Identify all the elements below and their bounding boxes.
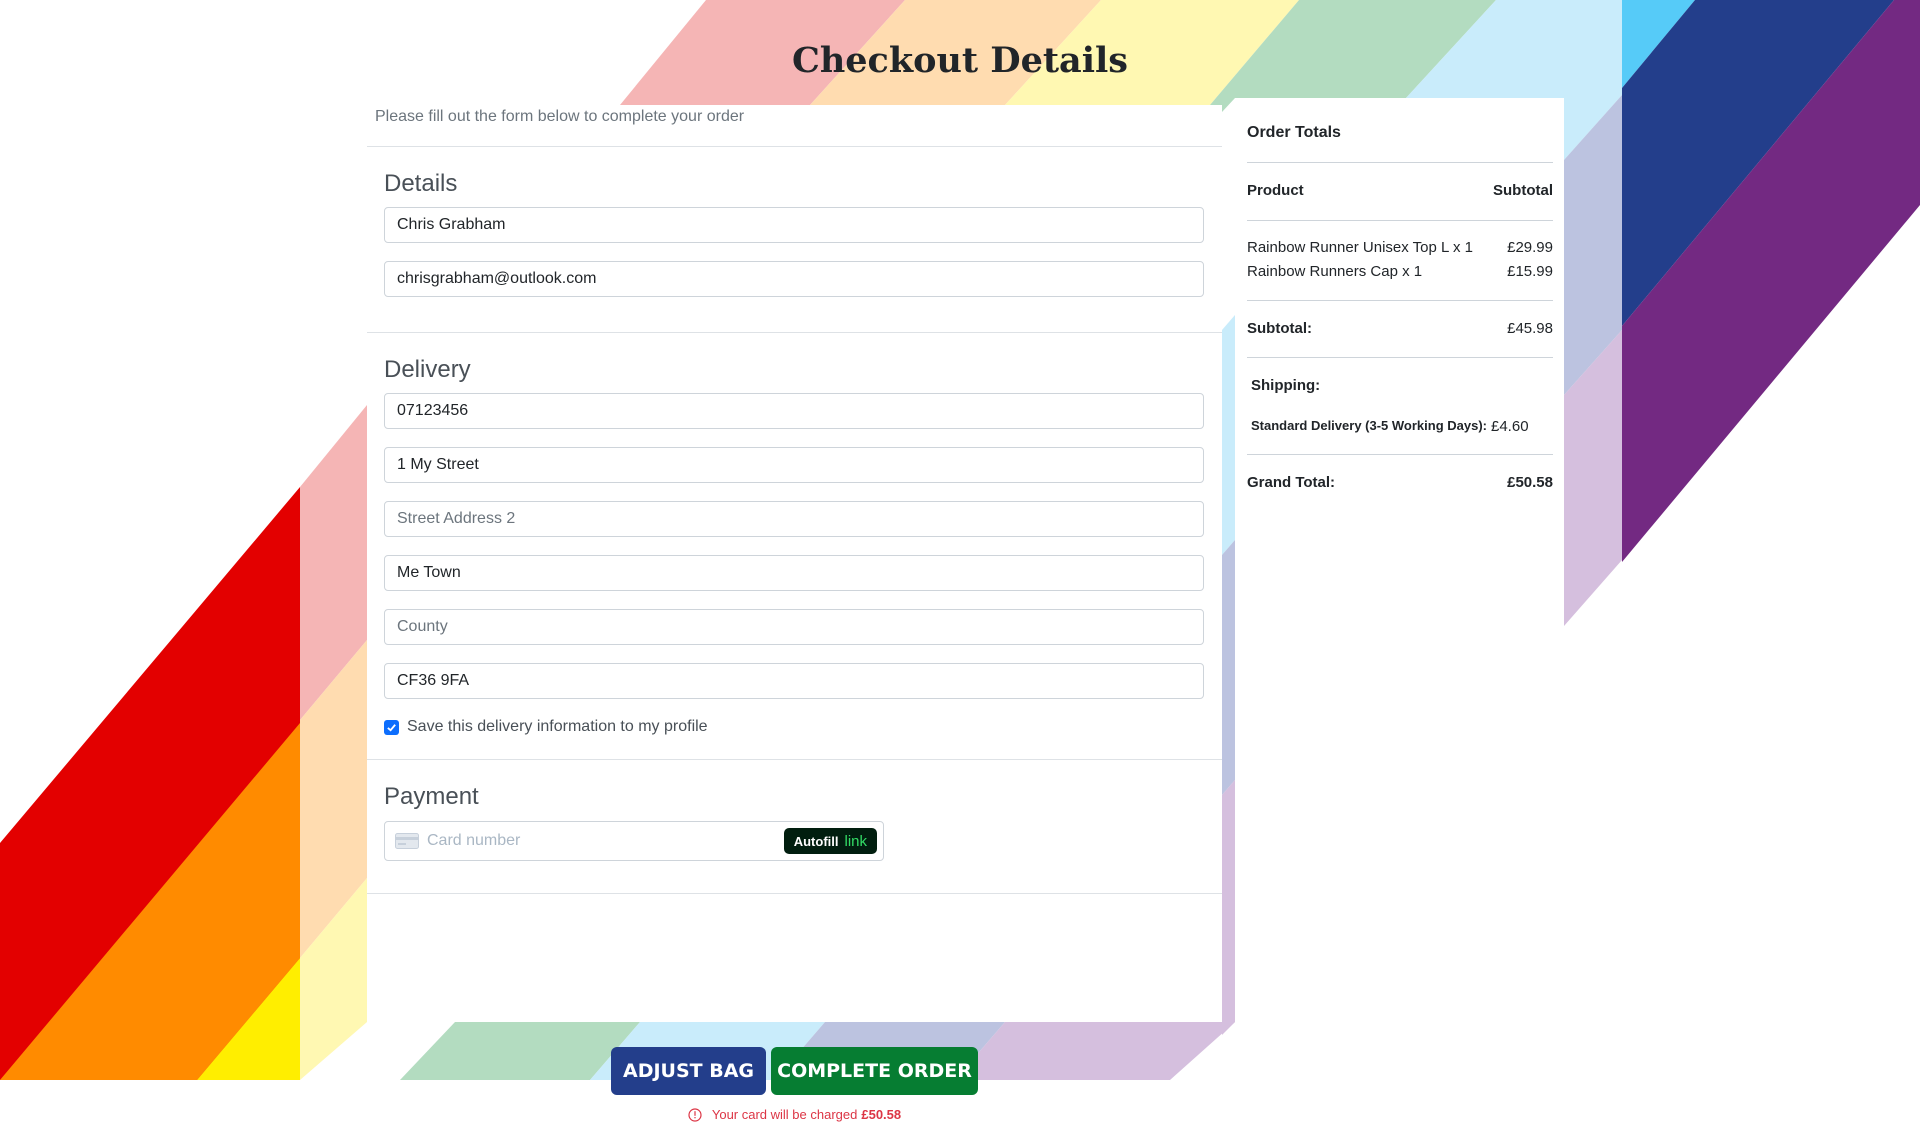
- credit-card-icon: [395, 833, 419, 849]
- stripe-pale-indigo-mid: [1222, 540, 1235, 795]
- charge-amount: £50.58: [861, 1107, 902, 1122]
- product-column-header: Product: [1247, 182, 1304, 199]
- divider: [367, 893, 1222, 894]
- divider: [1247, 454, 1553, 455]
- autofill-link-button[interactable]: Autofill link: [783, 828, 877, 854]
- shipping-row: Standard Delivery (3-5 Working Days): £4…: [1251, 418, 1553, 435]
- card-number-field[interactable]: Card number Autofill link: [384, 821, 884, 861]
- divider: [1247, 357, 1553, 358]
- subtotal-column-header: Subtotal: [1493, 182, 1553, 199]
- checkout-form: Please fill out the form below to comple…: [367, 105, 1222, 1122]
- delivery-heading: Delivery: [384, 356, 471, 383]
- grand-total-row: Grand Total: £50.58: [1247, 474, 1553, 491]
- form-subtitle: Please fill out the form below to comple…: [375, 108, 745, 125]
- street-address-1-input[interactable]: [384, 447, 1204, 483]
- alert-circle-icon: [688, 1107, 702, 1122]
- subtotal-label: Subtotal:: [1247, 320, 1312, 337]
- postcode-input[interactable]: [384, 663, 1204, 699]
- shipping-label: Shipping:: [1251, 377, 1321, 394]
- card-number-placeholder: Card number: [427, 832, 521, 849]
- order-totals-panel: Order Totals Product Subtotal Rainbow Ru…: [1235, 98, 1564, 626]
- line-item-name: Rainbow Runner Unisex Top L x 1: [1247, 239, 1473, 256]
- divider: [367, 332, 1222, 333]
- email-input[interactable]: [384, 261, 1204, 297]
- adjust-bag-button[interactable]: ADJUST BAG: [611, 1047, 766, 1095]
- divider: [1247, 300, 1553, 301]
- order-line-item: Rainbow Runners Cap x 1 £15.99: [1247, 263, 1553, 280]
- save-delivery-label: Save this delivery information to my pro…: [407, 718, 708, 735]
- payment-heading: Payment: [384, 783, 479, 810]
- order-totals-title: Order Totals: [1247, 124, 1341, 141]
- subtotal-row: Subtotal: £45.98: [1247, 320, 1553, 337]
- page-title: Checkout Details: [791, 40, 1129, 81]
- order-totals-header: Product Subtotal: [1247, 182, 1553, 199]
- save-delivery-checkbox[interactable]: [384, 719, 399, 735]
- divider: [367, 759, 1222, 760]
- shipping-value: £4.60: [1491, 418, 1529, 435]
- line-item-name: Rainbow Runners Cap x 1: [1247, 263, 1423, 280]
- line-item-price: £29.99: [1507, 239, 1553, 256]
- stripe-pale-blue-mid: [1222, 315, 1235, 555]
- details-heading: Details: [384, 170, 458, 197]
- charge-notice: Your card will be charged £50.58: [367, 1107, 1222, 1122]
- autofill-label: Autofill: [793, 833, 839, 849]
- line-item-price: £15.99: [1507, 263, 1553, 280]
- divider: [1247, 162, 1553, 163]
- grand-total-label: Grand Total:: [1247, 474, 1336, 491]
- complete-order-button[interactable]: COMPLETE ORDER: [771, 1047, 978, 1095]
- street-address-2-input[interactable]: [384, 501, 1204, 537]
- divider: [367, 146, 1222, 147]
- town-input[interactable]: [384, 555, 1204, 591]
- shipping-method: Standard Delivery (3-5 Working Days):: [1251, 418, 1487, 433]
- charge-notice-text: Your card will be charged: [711, 1107, 858, 1122]
- stripe-pale-violet-mid: [1222, 780, 1235, 1035]
- checkmark-icon: [387, 723, 396, 732]
- divider: [1247, 220, 1553, 221]
- full-name-input[interactable]: [384, 207, 1204, 243]
- order-line-item: Rainbow Runner Unisex Top L x 1 £29.99: [1247, 239, 1553, 256]
- link-logo: link: [844, 832, 867, 850]
- save-delivery-row[interactable]: Save this delivery information to my pro…: [384, 718, 708, 736]
- shipping-heading: Shipping:: [1251, 377, 1557, 394]
- county-input[interactable]: [384, 609, 1204, 645]
- grand-total-value: £50.58: [1507, 474, 1553, 491]
- subtotal-value: £45.98: [1507, 320, 1553, 337]
- phone-input[interactable]: [384, 393, 1204, 429]
